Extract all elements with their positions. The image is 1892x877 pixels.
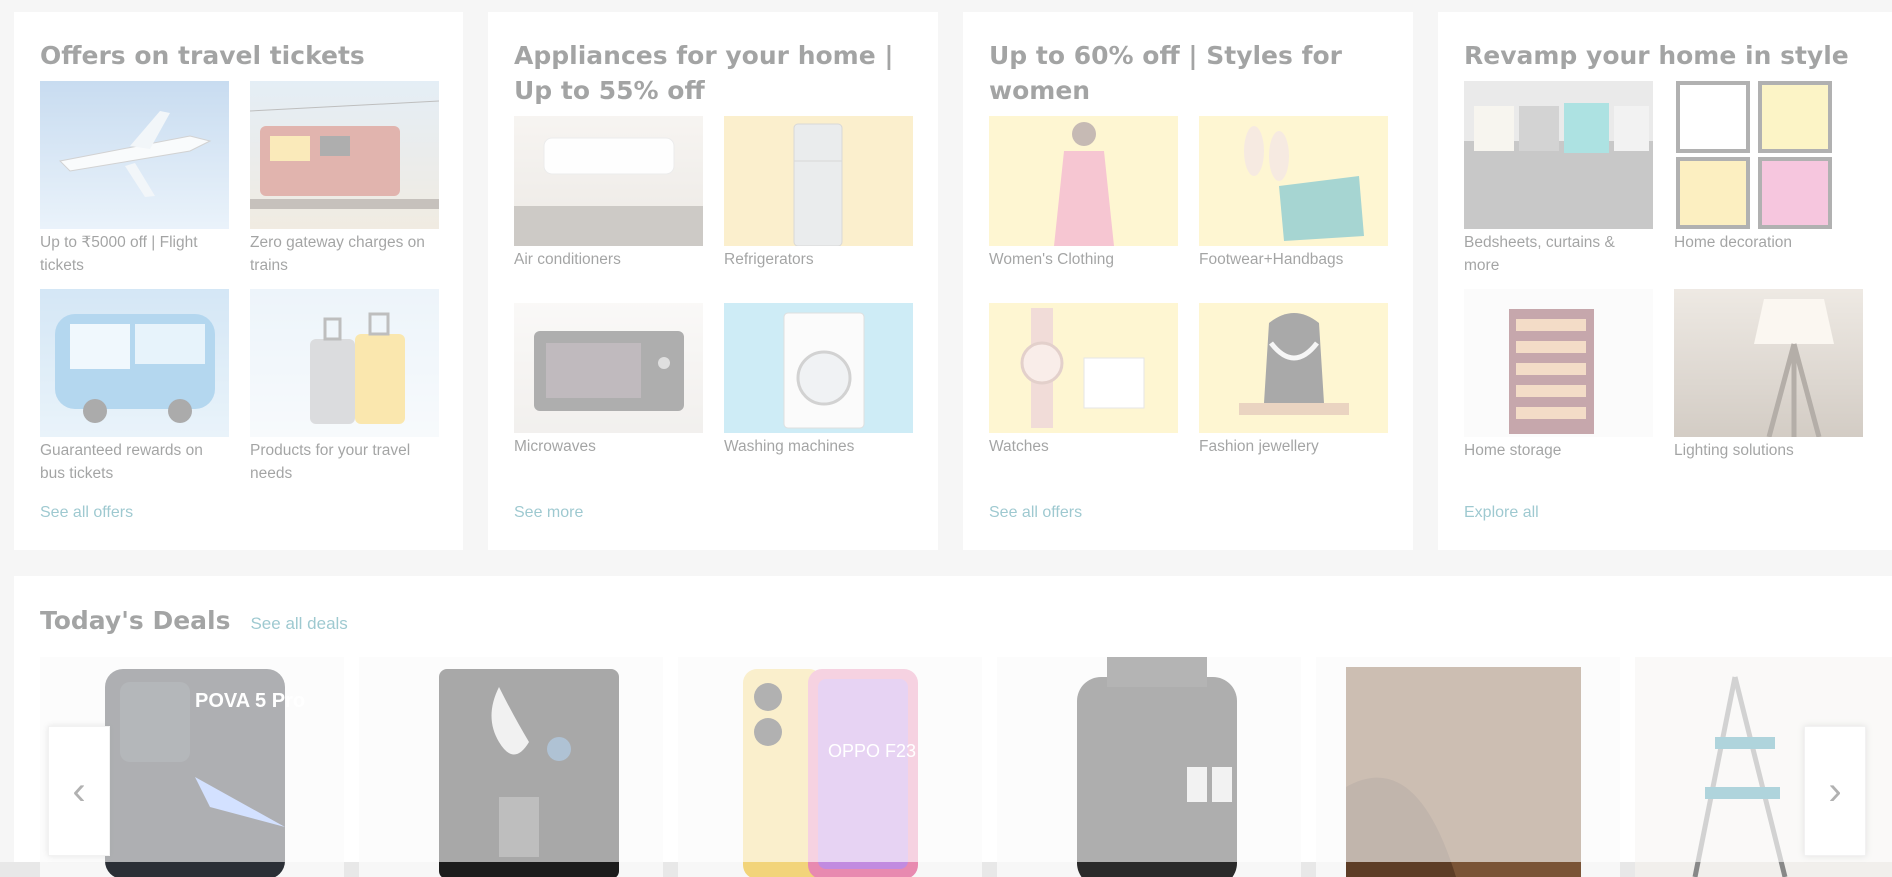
tile-label: Women's Clothing (989, 251, 1115, 268)
tile-home-decoration[interactable]: Home decoration (1674, 81, 1863, 277)
card-women-styles: Up to 60% off | Styles for women Women's… (963, 12, 1413, 550)
tile-jewellery[interactable]: Fashion jewellery (1199, 303, 1388, 458)
tile-fridge[interactable]: Refrigerators (724, 116, 913, 271)
tile-flight[interactable]: Up to ₹5000 off | Flight tickets (40, 81, 229, 277)
clothing-image (989, 116, 1178, 246)
deals-title: Today's Deals (40, 606, 231, 635)
tile-train[interactable]: Zero gateway charges on trains (250, 81, 439, 277)
deal-item[interactable]: OPPO F23 (678, 657, 982, 877)
tile-clothing[interactable]: Women's Clothing (989, 116, 1178, 271)
see-all-deals-link[interactable]: See all deals (250, 614, 347, 634)
phone-oppo-image: OPPO F23 (743, 669, 918, 877)
card-home-style: Revamp your home in style Bedsheets, cur… (1438, 12, 1892, 550)
airplane-image (40, 81, 229, 229)
see-all-offers-link[interactable]: See all offers (989, 504, 1082, 522)
tile-bus[interactable]: Guaranteed rewards on bus tickets (40, 289, 229, 485)
see-all-offers-link[interactable]: See all offers (40, 504, 133, 522)
tile-footwear[interactable]: Footwear+Handbags (1199, 116, 1388, 271)
card-title: Appliances for your home | Up to 55% off (514, 41, 894, 105)
tile-label: Lighting solutions (1674, 442, 1794, 459)
carousel-prev-button[interactable]: ‹ (48, 726, 110, 856)
tile-lighting[interactable]: Lighting solutions (1674, 289, 1863, 462)
tile-label: Microwaves (514, 438, 596, 455)
deal-item-text: OPPO F23 (828, 741, 916, 761)
deal-item[interactable] (997, 657, 1301, 877)
microwave-image (514, 303, 703, 433)
footwear-image (1199, 116, 1388, 246)
travel-adapter-image (1077, 657, 1237, 877)
lamp-image (1674, 289, 1863, 437)
deals-header: Today's Deals See all deals (40, 606, 348, 635)
tile-label: Guaranteed rewards on bus tickets (40, 442, 203, 482)
tile-label: Products for your travel needs (250, 442, 411, 482)
chevron-right-icon: › (1828, 768, 1842, 813)
deal-item-text: POVA 5 Pro (195, 690, 305, 712)
tile-luggage[interactable]: Products for your travel needs (250, 289, 439, 485)
deal-item[interactable] (1316, 657, 1620, 877)
tile-ac[interactable]: Air conditioners (514, 116, 703, 271)
tile-home-storage[interactable]: Home storage (1464, 289, 1653, 462)
water-purifier-image (439, 669, 619, 877)
card-title: Offers on travel tickets (40, 41, 365, 70)
tile-microwave[interactable]: Microwaves (514, 303, 703, 458)
explore-all-link[interactable]: Explore all (1464, 504, 1539, 522)
tile-label: Refrigerators (724, 251, 814, 268)
tile-label: Up to ₹5000 off | Flight tickets (40, 234, 198, 274)
tile-label: Zero gateway charges on trains (250, 234, 425, 274)
train-image (250, 81, 439, 229)
luggage-image (250, 289, 439, 437)
card-travel-offers: Offers on travel tickets Up to ₹5000 off… (14, 12, 463, 550)
bus-image (40, 289, 229, 437)
tile-grid: Up to ₹5000 off | Flight tickets Zero ga… (40, 81, 439, 485)
frames-image (1674, 81, 1863, 229)
tile-label: Watches (989, 438, 1049, 455)
see-more-link[interactable]: See more (514, 504, 583, 522)
fridge-image (724, 116, 913, 246)
tile-label: Washing machines (724, 438, 855, 455)
ac-image (514, 116, 703, 246)
shoe-rack-image (1464, 289, 1653, 437)
tile-washing[interactable]: Washing machines (724, 303, 913, 458)
tile-label: Bedsheets, curtains & more (1464, 234, 1615, 274)
card-title: Up to 60% off | Styles for women (989, 41, 1342, 105)
card-appliances: Appliances for your home | Up to 55% off… (488, 12, 938, 550)
chevron-left-icon: ‹ (72, 768, 86, 813)
sofa-image (1464, 81, 1653, 229)
tile-label: Home storage (1464, 442, 1562, 459)
tile-label: Fashion jewellery (1199, 438, 1319, 455)
todays-deals-section: Today's Deals See all deals POVA 5 Pro O… (14, 576, 1892, 877)
page: Offers on travel tickets Up to ₹5000 off… (0, 0, 1892, 877)
washing-machine-image (724, 303, 913, 433)
tile-watches[interactable]: Watches (989, 303, 1178, 458)
deal-item[interactable] (359, 657, 663, 877)
tile-grid: Air conditioners Refrigerators Microwave… (514, 116, 913, 458)
tile-bedsheets[interactable]: Bedsheets, curtains & more (1464, 81, 1653, 277)
carousel-next-button[interactable]: › (1804, 726, 1866, 856)
card-title: Revamp your home in style (1464, 41, 1849, 70)
tile-grid: Bedsheets, curtains & more Home decorati… (1464, 81, 1866, 462)
jewellery-image (1199, 303, 1388, 433)
watch-image (989, 303, 1178, 433)
tile-label: Footwear+Handbags (1199, 251, 1344, 268)
tile-grid: Women's Clothing Footwear+Handbags Watch… (989, 116, 1388, 458)
wood-wallpaper-image (1346, 667, 1581, 877)
tile-label: Home decoration (1674, 234, 1793, 251)
tile-label: Air conditioners (514, 251, 621, 268)
